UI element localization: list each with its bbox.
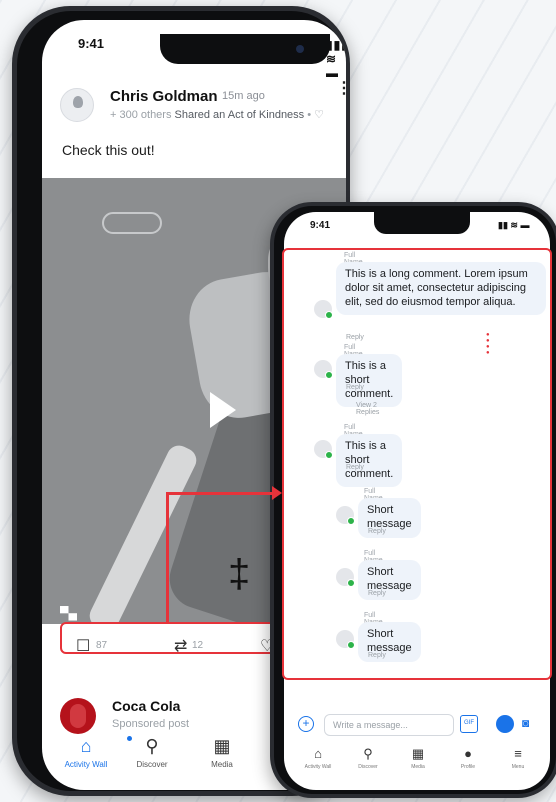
tab-media[interactable]: ▦ Media: [192, 736, 252, 769]
tab-label: Menu: [511, 764, 525, 770]
activity-label: Shared an Act of Kindness: [174, 109, 305, 121]
camera-icon[interactable]: ◙: [522, 716, 529, 730]
status-time: 9:41: [310, 220, 331, 231]
post-time: 15m ago: [222, 90, 265, 102]
tab-activity-wall[interactable]: ⌂ Activity Wall: [56, 736, 116, 769]
more-options-icon[interactable]: ⋮: [336, 78, 352, 98]
film-icon: ▦: [213, 736, 231, 756]
tab-label: Activity Wall: [304, 764, 332, 770]
status-time: 9:41: [78, 36, 105, 51]
tab-menu[interactable]: ≡ Menu: [498, 746, 538, 770]
clapboard-icon: ▀▄: [60, 606, 78, 620]
menu-icon: ≡: [514, 746, 522, 761]
film-icon: ▦: [411, 746, 425, 761]
notch: [374, 212, 470, 234]
profile-icon: ●: [464, 746, 472, 761]
tab-label: Media: [211, 760, 233, 769]
search-icon: ⚲: [145, 736, 159, 756]
tab-media[interactable]: ▦ Media: [398, 746, 438, 770]
sponsor-name: Coca Cola: [112, 698, 181, 714]
tab-label: Profile: [460, 764, 476, 770]
tab-label: Media: [411, 764, 425, 770]
tab-label: Discover: [358, 764, 378, 770]
notch: [160, 34, 330, 64]
tab-discover[interactable]: ⚲ Discover: [348, 746, 388, 770]
author-avatar[interactable]: [60, 88, 94, 122]
tab-discover[interactable]: ⚲ Discover: [122, 736, 182, 769]
tab-label: Discover: [136, 760, 168, 769]
post-text: Check this out!: [62, 142, 155, 158]
tab-label: Activity Wall: [64, 760, 108, 769]
tab-profile[interactable]: ● Profile: [448, 746, 488, 770]
others-count: + 300 others: [110, 109, 172, 121]
highlight-connector: [166, 492, 169, 622]
post-header: Chris Goldman 15m ago + 300 others Share…: [42, 76, 346, 136]
tab-activity-wall[interactable]: ⌂ Activity Wall: [298, 746, 338, 770]
post-subline: + 300 others Shared an Act of Kindness •…: [110, 108, 324, 121]
cloud-illustration: [102, 212, 162, 234]
home-icon: ⌂: [80, 736, 92, 756]
highlight-connector: [166, 492, 274, 495]
arrow-icon: [272, 486, 282, 500]
status-icons: ▮▮ ≋ ▬: [498, 220, 530, 230]
tree-icon: ‡: [228, 552, 251, 596]
play-icon[interactable]: [210, 392, 236, 428]
comments-highlight: [282, 248, 552, 680]
actions-highlight: [60, 622, 280, 654]
home-icon: ⌂: [314, 746, 322, 761]
add-icon[interactable]: +: [298, 716, 314, 732]
message-input[interactable]: Write a message...: [324, 714, 454, 736]
microphone-icon[interactable]: [496, 715, 514, 733]
message-composer: + Write a message... GIF ◙: [284, 708, 550, 742]
brand-logo: [60, 698, 96, 734]
gif-button[interactable]: GIF: [460, 715, 478, 733]
bottom-tab-bar: ⌂ Activity Wall ⚲ Discover ▦ Media ● Pro…: [284, 746, 550, 790]
search-icon: ⚲: [363, 746, 373, 761]
sponsor-label: Sponsored post: [112, 718, 190, 730]
author-name[interactable]: Chris Goldman: [110, 88, 218, 105]
heart-icon: • ♡: [307, 109, 325, 121]
